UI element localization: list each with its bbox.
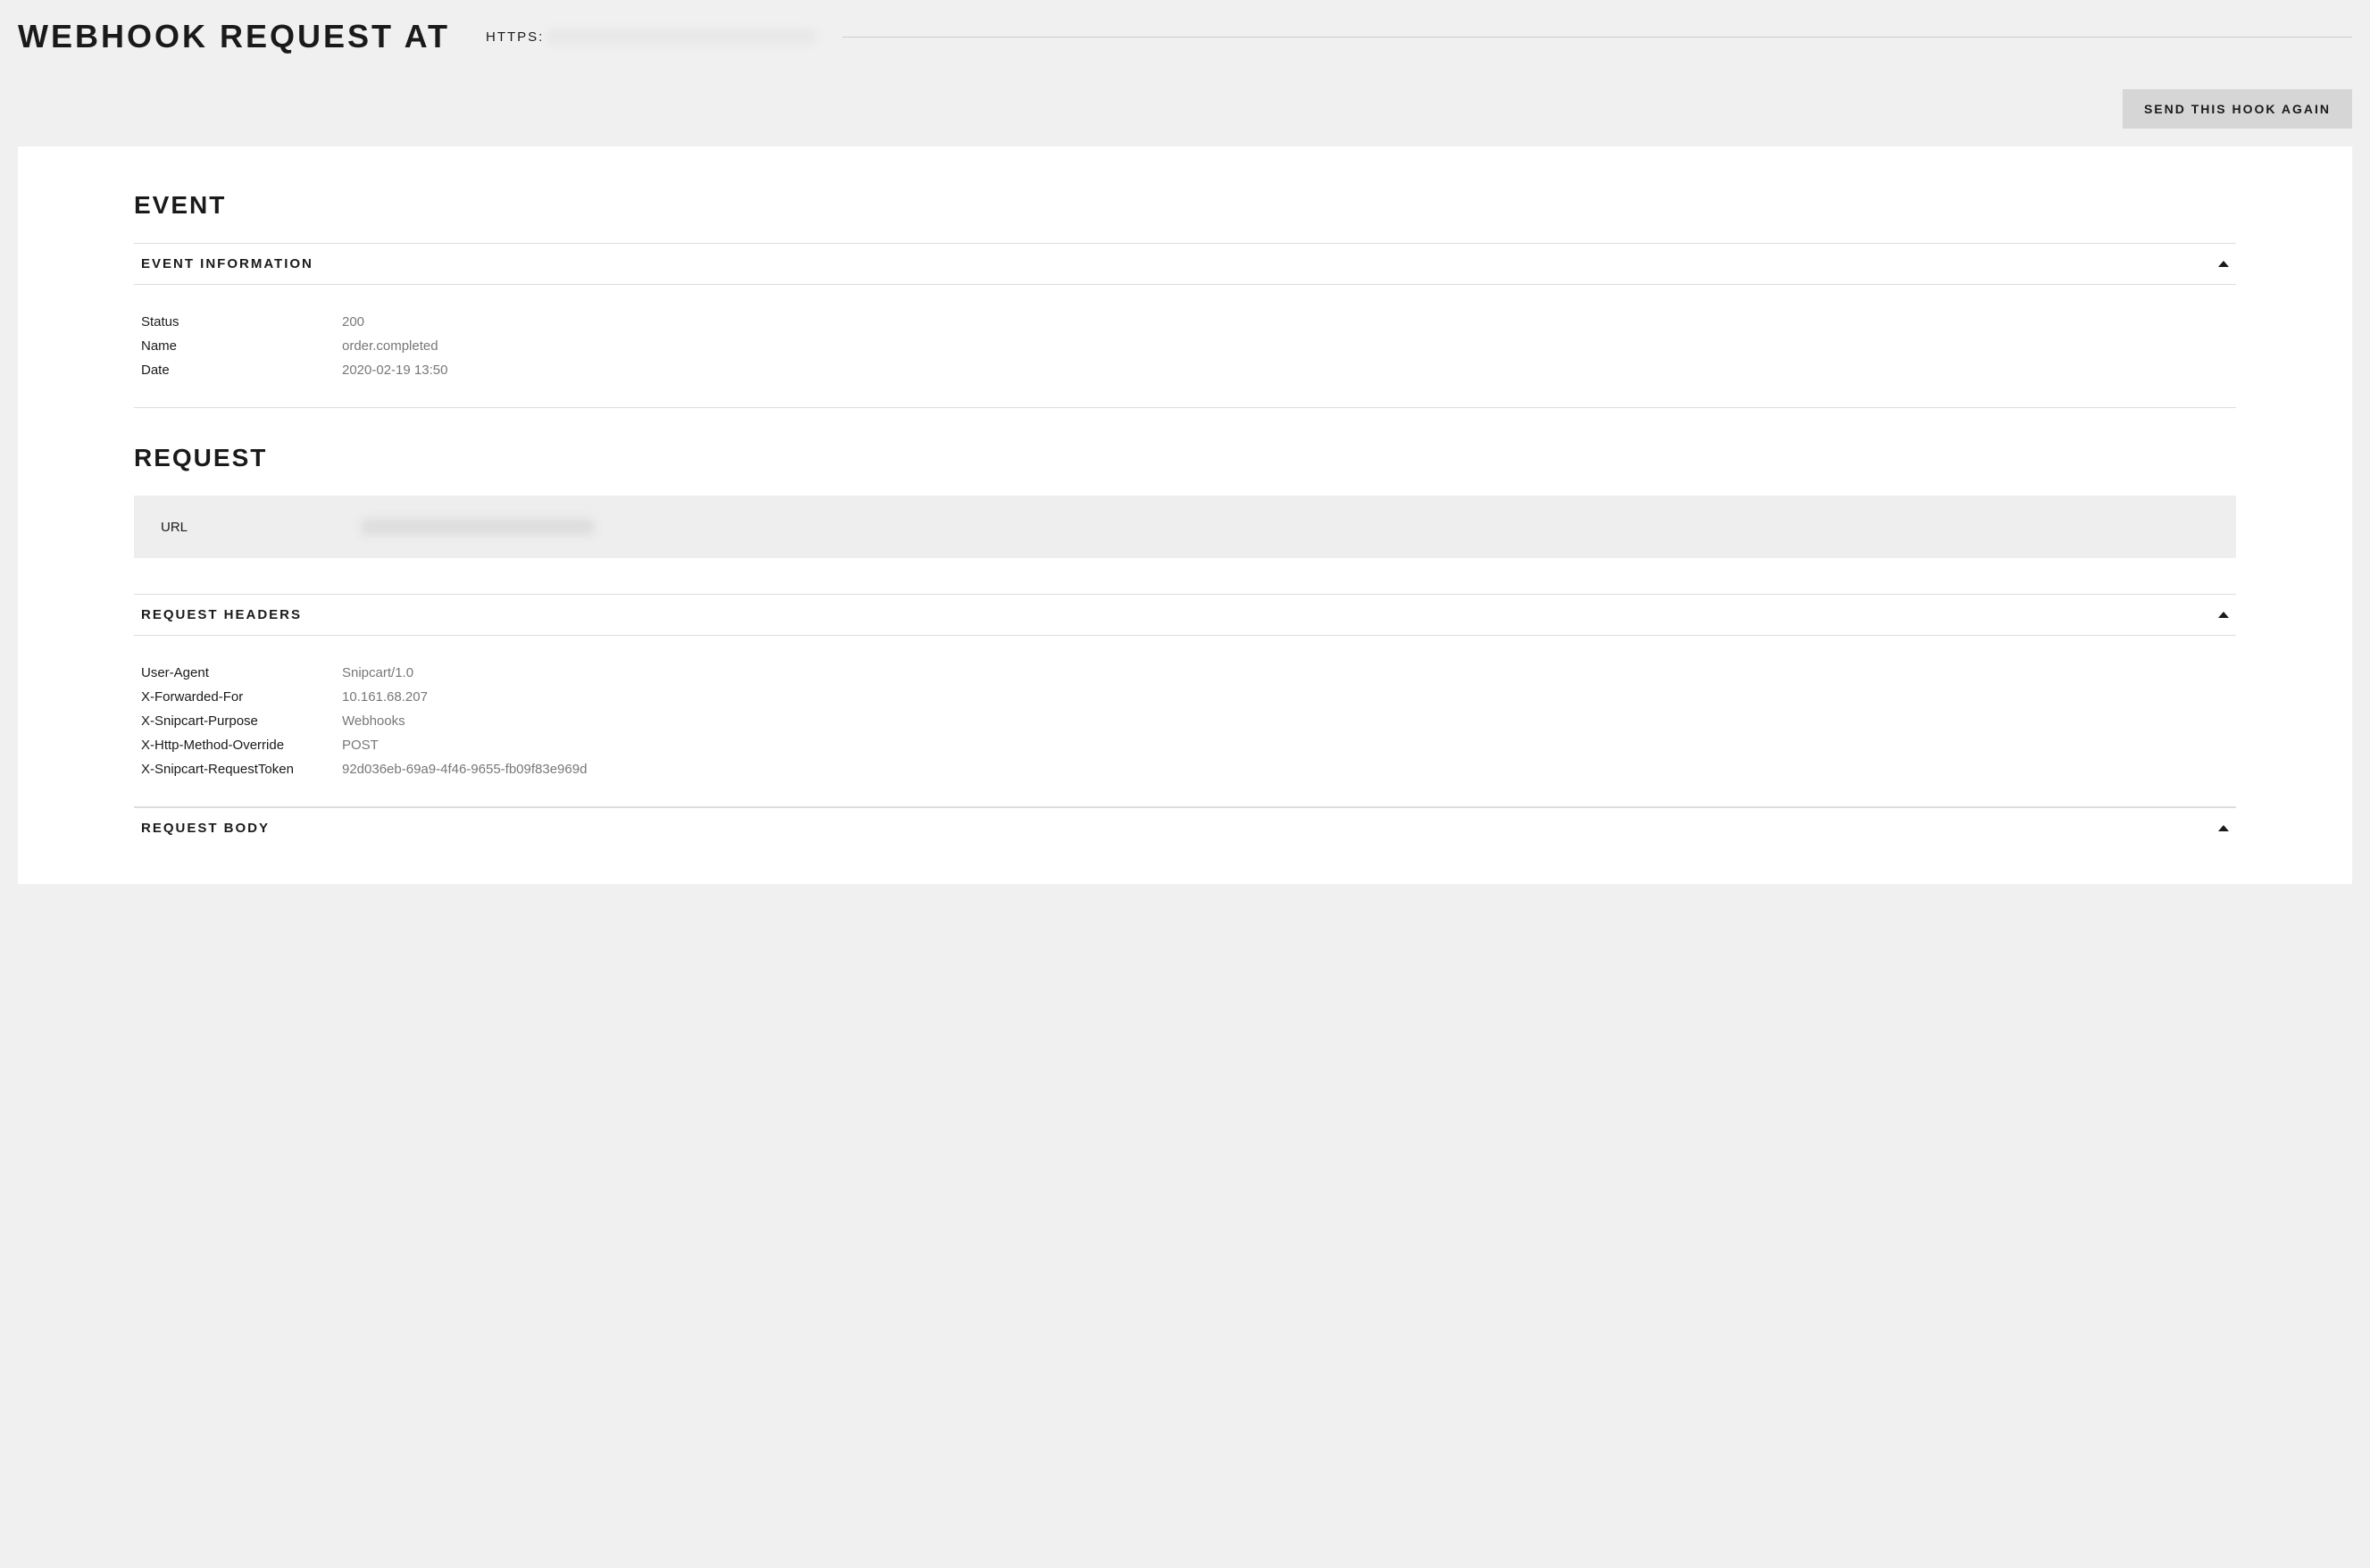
event-date-row: Date 2020-02-19 13:50 bbox=[134, 358, 2236, 382]
request-section-title: REQUEST bbox=[134, 444, 2236, 472]
request-url-redacted bbox=[362, 519, 594, 535]
event-name-label: Name bbox=[141, 338, 342, 354]
request-header-row: X-Snipcart-Purpose Webhooks bbox=[134, 709, 2236, 733]
request-body-header[interactable]: REQUEST BODY bbox=[134, 807, 2236, 848]
event-date-label: Date bbox=[141, 363, 342, 378]
request-header-key: X-Forwarded-For bbox=[141, 689, 342, 705]
header-divider bbox=[842, 37, 2352, 38]
request-headers-list: User-Agent Snipcart/1.0 X-Forwarded-For … bbox=[134, 636, 2236, 807]
request-url-label: URL bbox=[161, 520, 362, 535]
main-card: EVENT EVENT INFORMATION Status 200 Name … bbox=[18, 146, 2352, 884]
page-header: WEBHOOK REQUEST AT HTTPS: bbox=[0, 0, 2370, 55]
event-info-label: EVENT INFORMATION bbox=[141, 256, 313, 271]
send-hook-again-button[interactable]: SEND THIS HOOK AGAIN bbox=[2123, 89, 2352, 129]
page-url: HTTPS: bbox=[486, 29, 815, 45]
request-header-key: X-Snipcart-RequestToken bbox=[141, 762, 342, 777]
event-status-row: Status 200 bbox=[134, 310, 2236, 334]
page-title: WEBHOOK REQUEST AT bbox=[18, 18, 450, 55]
caret-up-icon bbox=[2218, 261, 2229, 267]
request-header-value: Webhooks bbox=[342, 713, 405, 729]
caret-up-icon bbox=[2218, 825, 2229, 831]
request-header-row: X-Snipcart-RequestToken 92d036eb-69a9-4f… bbox=[134, 757, 2236, 781]
page-url-redacted bbox=[547, 29, 815, 45]
request-header-key: X-Http-Method-Override bbox=[141, 738, 342, 753]
request-headers-label: REQUEST HEADERS bbox=[141, 607, 302, 622]
request-header-row: User-Agent Snipcart/1.0 bbox=[134, 661, 2236, 685]
event-info-header[interactable]: EVENT INFORMATION bbox=[134, 243, 2236, 285]
event-status-value: 200 bbox=[342, 314, 364, 329]
request-header-value: 10.161.68.207 bbox=[342, 689, 428, 705]
request-headers-header[interactable]: REQUEST HEADERS bbox=[134, 594, 2236, 636]
event-section-title: EVENT bbox=[134, 191, 2236, 220]
request-header-value: POST bbox=[342, 738, 379, 753]
request-header-row: X-Http-Method-Override POST bbox=[134, 733, 2236, 757]
event-info-list: Status 200 Name order.completed Date 202… bbox=[134, 285, 2236, 408]
event-name-value: order.completed bbox=[342, 338, 438, 354]
request-url-box: URL bbox=[134, 496, 2236, 558]
request-header-key: X-Snipcart-Purpose bbox=[141, 713, 342, 729]
event-date-value: 2020-02-19 13:50 bbox=[342, 363, 447, 378]
request-header-row: X-Forwarded-For 10.161.68.207 bbox=[134, 685, 2236, 709]
request-header-key: User-Agent bbox=[141, 665, 342, 680]
page-url-prefix: HTTPS: bbox=[486, 29, 544, 45]
event-status-label: Status bbox=[141, 314, 342, 329]
caret-up-icon bbox=[2218, 612, 2229, 618]
action-row: SEND THIS HOOK AGAIN bbox=[0, 55, 2370, 146]
request-body-label: REQUEST BODY bbox=[141, 821, 270, 836]
request-header-value: 92d036eb-69a9-4f46-9655-fb09f83e969d bbox=[342, 762, 587, 777]
event-name-row: Name order.completed bbox=[134, 334, 2236, 358]
request-header-value: Snipcart/1.0 bbox=[342, 665, 413, 680]
